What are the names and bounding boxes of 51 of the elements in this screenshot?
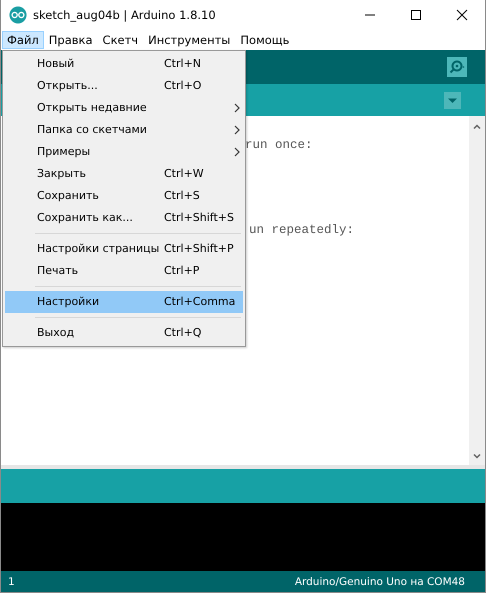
shortcut-label: Ctrl+Q <box>164 326 202 340</box>
shortcut-label: Ctrl+Comma <box>164 295 236 309</box>
dropdown-icon[interactable] <box>444 92 461 108</box>
shortcut-label: Ctrl+Shift+P <box>164 242 234 256</box>
menu-entry[interactable]: Настройки страницы Ctrl+Shift+P <box>5 238 243 260</box>
menu-entry[interactable]: Закрыть Ctrl+W <box>5 163 243 185</box>
search-icon[interactable] <box>447 57 467 77</box>
menu-entry-label: Сохранить как... <box>37 211 134 225</box>
menu-entry[interactable]: Новый Ctrl+N <box>5 53 243 75</box>
menu-entry[interactable]: Печать Ctrl+P <box>5 260 243 282</box>
menu-entry-label: Новый <box>37 57 76 71</box>
menu-entry[interactable]: Папка со скетчами <box>5 119 243 141</box>
app-logo-icon <box>9 6 27 24</box>
shortcut-label: Ctrl+N <box>164 57 202 71</box>
menu-item[interactable]: Помощь <box>235 31 294 49</box>
scroll-down-icon[interactable] <box>472 451 482 461</box>
menu-entry-label: Печать <box>37 264 80 278</box>
menu-entry-label: Открыть недавние <box>37 101 148 115</box>
menu-entry-label: Открыть... <box>37 79 99 93</box>
scroll-up-icon[interactable] <box>472 122 482 132</box>
shortcut-label: Ctrl+P <box>164 264 200 278</box>
menu-entry-label: Папка со скетчами <box>37 123 148 137</box>
menu-item[interactable]: Инструменты <box>143 31 236 49</box>
code-line: run once: <box>245 137 314 154</box>
menu-entry[interactable]: Примеры <box>5 141 243 163</box>
menu-entry[interactable]: Сохранить как... Ctrl+Shift+S <box>5 207 243 229</box>
menu-item[interactable]: Скетч <box>98 31 144 49</box>
shortcut-label: Ctrl+Shift+S <box>164 211 234 225</box>
maximize-icon[interactable] <box>410 9 422 21</box>
menu-entry[interactable]: Открыть... Ctrl+O <box>5 75 243 97</box>
menu-item[interactable]: Правка <box>44 31 98 49</box>
menu-entry[interactable]: Выход Ctrl+Q <box>5 322 243 344</box>
menu-entry-label: Примеры <box>37 145 92 159</box>
menu-entry-label: Выход <box>37 326 76 340</box>
code-line: un repeatedly: <box>249 222 356 239</box>
shortcut-label: Ctrl+W <box>164 167 204 181</box>
menu-entry[interactable]: Сохранить Ctrl+S <box>5 185 243 207</box>
line-number: 1 <box>8 576 15 588</box>
board-port-label: Arduino/Genuino Uno на COM48 <box>294 576 465 588</box>
window-title: sketch_aug04b | Arduino 1.8.10 <box>33 8 216 22</box>
menu-item[interactable]: Файл <box>2 31 44 49</box>
close-icon[interactable] <box>456 9 468 21</box>
menu-entry-label: Настройки страницы <box>37 242 160 256</box>
menu-entry[interactable]: Настройки Ctrl+Comma <box>5 291 243 313</box>
menu-entry-label: Закрыть <box>37 167 87 181</box>
menu-entry-label: Сохранить <box>37 189 100 203</box>
menu-entry[interactable]: Открыть недавние <box>5 97 243 119</box>
scrollbar[interactable] <box>469 116 485 465</box>
shortcut-label: Ctrl+O <box>164 79 202 93</box>
shortcut-label: Ctrl+S <box>164 189 200 203</box>
menu-entry-label: Настройки <box>37 295 100 309</box>
